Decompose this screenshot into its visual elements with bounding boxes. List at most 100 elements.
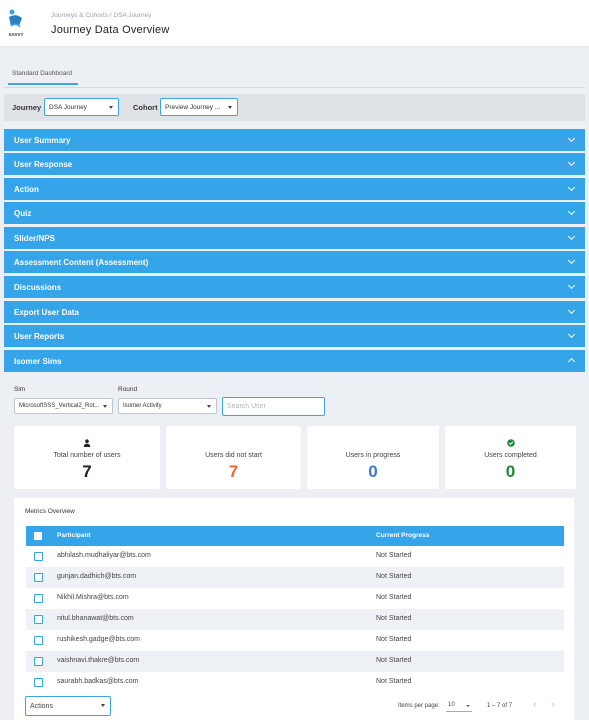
- stat-label: Users in progress: [345, 452, 401, 459]
- row-checkbox[interactable]: [34, 594, 43, 603]
- sim-select-value: MicrosoftSSS_Vertical2_Rot...: [19, 403, 100, 409]
- row-checkbox[interactable]: [34, 573, 43, 582]
- section-title: Discussions: [14, 283, 62, 292]
- participant-email: vaishnavi.thakre@bts.com: [57, 657, 140, 664]
- actions-select-value: Actions: [30, 703, 53, 710]
- chevron-up-icon: [567, 357, 576, 366]
- participant-email: abhilash.mudhaliyar@bts.com: [57, 552, 151, 559]
- section-assessment-content[interactable]: Assessment Content (Assessment): [4, 251, 585, 273]
- check-circle-icon: [506, 439, 515, 447]
- stat-label: Total number of users: [53, 452, 121, 459]
- section-discussions[interactable]: Discussions: [4, 276, 585, 298]
- chevron-down-icon: [567, 232, 576, 241]
- row-checkbox[interactable]: [34, 657, 43, 666]
- metrics-title: Metrics Overview: [25, 508, 75, 515]
- section-title: Slider/NPS: [14, 234, 55, 243]
- stat-card-did-not-start: Users did not start 7: [166, 426, 301, 489]
- progress-status: Not Started: [376, 573, 412, 580]
- progress-status: Not Started: [376, 594, 412, 601]
- table-row: abhilash.mudhaliyar@bts.com Not Started: [26, 546, 564, 567]
- participant-email: nitul.bhanawat@bts.com: [57, 615, 134, 622]
- cohort-select[interactable]: Preview Journey ...: [160, 98, 238, 116]
- caret-down-icon: [101, 704, 105, 707]
- chevron-down-icon: [567, 306, 576, 315]
- caret-down-icon: [466, 705, 470, 707]
- table-row: saurabh.badkas@bts.com Not Started: [26, 672, 564, 693]
- participant-email: rushikesh.gadge@bts.com: [57, 636, 140, 643]
- progress-status: Not Started: [376, 678, 412, 685]
- row-checkbox[interactable]: [34, 636, 43, 645]
- search-user-input[interactable]: Search User: [222, 397, 325, 416]
- section-title: Export User Data: [14, 308, 79, 317]
- table-row: rushikesh.gadge@bts.com Not Started: [26, 630, 564, 651]
- stat-value: 0: [368, 462, 378, 481]
- row-checkbox[interactable]: [34, 552, 43, 561]
- metrics-overview-panel: Metrics Overview Participant Current Pro…: [14, 498, 574, 720]
- filter-bar: Journey : DSA Journey Cohort : Preview J…: [4, 94, 585, 121]
- section-title: Quiz: [14, 209, 32, 218]
- section-slider-nps[interactable]: Slider/NPS: [4, 227, 585, 249]
- cohort-select-value: Preview Journey ...: [165, 104, 221, 111]
- section-quiz[interactable]: Quiz: [4, 202, 585, 224]
- round-select-value: Isomer Activity: [123, 403, 162, 409]
- section-title: User Reports: [14, 332, 65, 341]
- progress-status: Not Started: [376, 552, 412, 559]
- chevron-down-icon: [567, 158, 576, 167]
- round-select[interactable]: Isomer Activity: [118, 398, 217, 414]
- participant-email: saurabh.badkas@bts.com: [57, 678, 139, 685]
- section-title: User Response: [14, 160, 73, 169]
- progress-status: Not Started: [376, 657, 412, 664]
- logo-icon: [9, 9, 22, 28]
- items-per-page-select[interactable]: 10: [446, 700, 472, 712]
- column-header-participant[interactable]: Participant: [57, 532, 91, 539]
- caret-down-icon: [228, 106, 232, 109]
- section-user-response[interactable]: User Response: [4, 153, 585, 175]
- cohort-label: Cohort :: [133, 103, 163, 112]
- stat-card-completed: Users completed 0: [445, 426, 576, 489]
- app-header: SAVVY Journeys & Cohorts / DSA Journey J…: [0, 0, 589, 47]
- sim-select[interactable]: MicrosoftSSS_Vertical2_Rot...: [14, 398, 113, 414]
- chevron-down-icon: [567, 134, 576, 143]
- section-isomer-sims[interactable]: Isomer Sims: [4, 350, 585, 372]
- progress-status: Not Started: [376, 615, 412, 622]
- items-per-page-value: 10: [448, 702, 455, 708]
- previous-page-button[interactable]: ‹: [533, 700, 537, 711]
- actions-select[interactable]: Actions: [25, 696, 111, 716]
- table-row: vaishnavi.thakre@bts.com Not Started: [26, 651, 564, 672]
- round-label: Round: [118, 386, 138, 393]
- next-page-button[interactable]: ›: [551, 700, 555, 711]
- table-row: nitul.bhanawat@bts.com Not Started: [26, 609, 564, 630]
- section-user-reports[interactable]: User Reports: [4, 325, 585, 347]
- chevron-down-icon: [567, 207, 576, 216]
- journey-select-value: DSA Journey: [49, 104, 87, 111]
- stat-value: 0: [505, 462, 516, 481]
- items-per-page-label: Items per page:: [398, 703, 440, 709]
- section-title: User Summary: [14, 136, 71, 145]
- breadcrumb[interactable]: Journeys & Cohorts / DSA Journey: [51, 12, 151, 19]
- section-action[interactable]: Action: [4, 178, 585, 200]
- chevron-down-icon: [567, 183, 576, 192]
- chevron-down-icon: [567, 281, 576, 290]
- progress-status: Not Started: [376, 636, 412, 643]
- dashboard-tabs: Standard Dashboard: [4, 64, 585, 88]
- row-checkbox[interactable]: [34, 615, 43, 624]
- journey-select[interactable]: DSA Journey: [44, 98, 119, 116]
- section-title: Assessment Content (Assessment): [14, 258, 149, 267]
- caret-down-icon: [207, 405, 211, 408]
- stat-card-in-progress: Users in progress 0: [307, 426, 439, 489]
- section-user-summary[interactable]: User Summary: [4, 129, 585, 151]
- logo-text: SAVVY: [8, 32, 24, 37]
- stat-card-total-users: Total number of users 7: [14, 426, 160, 489]
- section-title: Action: [14, 185, 39, 194]
- select-all-checkbox[interactable]: [34, 532, 42, 540]
- section-export-user-data[interactable]: Export User Data: [4, 301, 585, 323]
- participant-email: Nikhil.Mishra@bts.com: [57, 594, 129, 601]
- tab-standard-dashboard[interactable]: Standard Dashboard: [8, 70, 78, 85]
- row-checkbox[interactable]: [34, 678, 43, 687]
- stat-value: 7: [228, 462, 239, 481]
- caret-down-icon: [103, 405, 107, 408]
- column-header-current-progress[interactable]: Current Progress: [376, 532, 429, 539]
- participant-email: gunjan.dadhich@bts.com: [57, 573, 137, 580]
- savvy-logo[interactable]: SAVVY: [5, 8, 27, 40]
- chevron-down-icon: [567, 330, 576, 339]
